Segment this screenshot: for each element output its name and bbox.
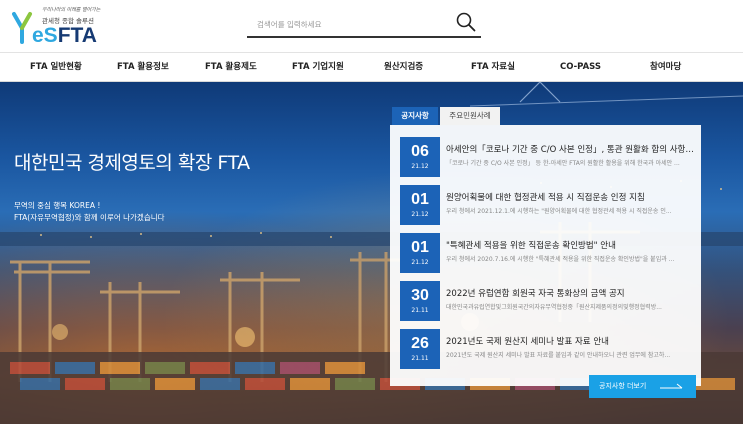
logo-tagline-small: 우리나라의 미래를 열어가는 — [42, 7, 101, 13]
notice-title[interactable]: 아세안의「코로나 기간 중 C/O 사본 인정」, 통관 원활화 합의 사항, … — [446, 143, 694, 155]
nav-item-fta-usage-system[interactable]: FTA 활용제도 — [205, 53, 257, 82]
hero-title: 대한민국 경제영토의 확장 FTA — [14, 152, 250, 174]
nav-item-fta-usage-info[interactable]: FTA 활용정보 — [117, 53, 169, 82]
search-input[interactable] — [257, 16, 447, 32]
notice-title[interactable]: 2022년 유럽연합 회원국 자국 통화상의 금액 공지 — [446, 287, 694, 299]
notice-day: 01 — [411, 191, 429, 208]
notice-summary: 우리 청에서 2020.7.16.에 시행한 "특혜관세 적용을 위한 직접운송… — [446, 256, 675, 263]
search-bar — [247, 10, 481, 38]
notice-day: 30 — [411, 287, 429, 304]
notice-title[interactable]: 원양어획물에 대한 협정관세 적용 시 직접운송 인정 지침 — [446, 191, 694, 203]
arrow-right-icon — [660, 383, 683, 389]
hero-subtitle-line2: FTA(자유무역협정)와 함께 이루어 나가겠습니다 — [14, 213, 165, 222]
nav-item-origin-verification[interactable]: 원산지검증 — [384, 53, 423, 82]
notice-panel: 06 21.12 아세안의「코로나 기간 중 C/O 사본 인정」, 통관 원활… — [390, 125, 701, 386]
main-nav: FTA 일반현황 FTA 활용정보 FTA 활용제도 FTA 기업지원 원산지검… — [0, 52, 743, 82]
notice-summary: 「코로나 기간 중 C/O 사본 인정」 등 한-아세안 FTA의 원활한 활용… — [446, 160, 680, 167]
notice-summary: 대한민국과유럽연합및그회원국간의자유무역협정중「원산지제품의정의및행정협력방..… — [446, 304, 662, 311]
notice-item[interactable]: 26 21.11 2021년도 국제 원산지 세미나 발표 자료 안내 2021… — [400, 329, 694, 369]
notice-year-month: 21.11 — [411, 307, 429, 314]
nav-item-fta-business-support[interactable]: FTA 기업지원 — [292, 53, 344, 82]
nav-item-co-pass[interactable]: CO-PASS — [560, 53, 601, 82]
notice-summary: 우리 청에서 2021.12.1.에 시행하는 "원양어획물에 대한 협정관세 … — [446, 208, 672, 215]
nav-item-fta-general[interactable]: FTA 일반현황 — [30, 53, 82, 82]
notice-date-badge: 01 21.12 — [400, 233, 440, 273]
logo-wordmark-es: eS — [32, 24, 58, 47]
logo-wordmark-fta: FTA — [57, 24, 97, 47]
logo-wordmark: eSFTA — [32, 24, 97, 48]
notice-day: 26 — [411, 335, 429, 352]
more-notices-button[interactable]: 공지사항 더보기 — [589, 375, 696, 398]
notice-year-month: 21.12 — [411, 211, 429, 218]
notice-summary: 2021년도 국제 원산지 세미나 발표 자료를 붙임과 같이 안내하오니 관련… — [446, 352, 671, 359]
notice-item[interactable]: 01 21.12 "특혜관세 적용을 위한 직접운송 확인방법" 안내 우리 청… — [400, 233, 694, 273]
notice-year-month: 21.12 — [411, 259, 429, 266]
notice-date-badge: 06 21.12 — [400, 137, 440, 177]
notice-title[interactable]: 2021년도 국제 원산지 세미나 발표 자료 안내 — [446, 335, 694, 347]
search-icon[interactable] — [455, 11, 477, 33]
site-header: 우리나라의 미래를 열어가는 관세청 종합 솔루션 eSFTA — [0, 0, 743, 52]
notice-item[interactable]: 06 21.12 아세안의「코로나 기간 중 C/O 사본 인정」, 통관 원활… — [400, 137, 694, 177]
more-notices-label: 공지사항 더보기 — [599, 382, 647, 390]
notice-year-month: 21.11 — [411, 355, 429, 362]
notice-year-month: 21.12 — [411, 163, 429, 170]
tab-major-civil-cases[interactable]: 주요민원사례 — [440, 107, 500, 125]
notice-date-badge: 30 21.11 — [400, 281, 440, 321]
notice-date-badge: 26 21.11 — [400, 329, 440, 369]
nav-item-participation[interactable]: 참여마당 — [650, 53, 681, 82]
notice-day: 06 — [411, 143, 429, 160]
notice-item[interactable]: 30 21.11 2022년 유럽연합 회원국 자국 통화상의 금액 공지 대한… — [400, 281, 694, 321]
nav-item-fta-archive[interactable]: FTA 자료실 — [471, 53, 515, 82]
notice-date-badge: 01 21.12 — [400, 185, 440, 225]
notice-day: 01 — [411, 239, 429, 256]
hero-subtitle-line1: 무역의 중심 행복 KOREA ! — [14, 201, 101, 210]
tab-notices[interactable]: 공지사항 — [392, 107, 438, 125]
notice-title[interactable]: "특혜관세 적용을 위한 직접운송 확인방법" 안내 — [446, 239, 694, 251]
logo[interactable]: 우리나라의 미래를 열어가는 관세청 종합 솔루션 eSFTA — [12, 6, 101, 48]
notice-item[interactable]: 01 21.12 원양어획물에 대한 협정관세 적용 시 직접운송 인정 지침 … — [400, 185, 694, 225]
